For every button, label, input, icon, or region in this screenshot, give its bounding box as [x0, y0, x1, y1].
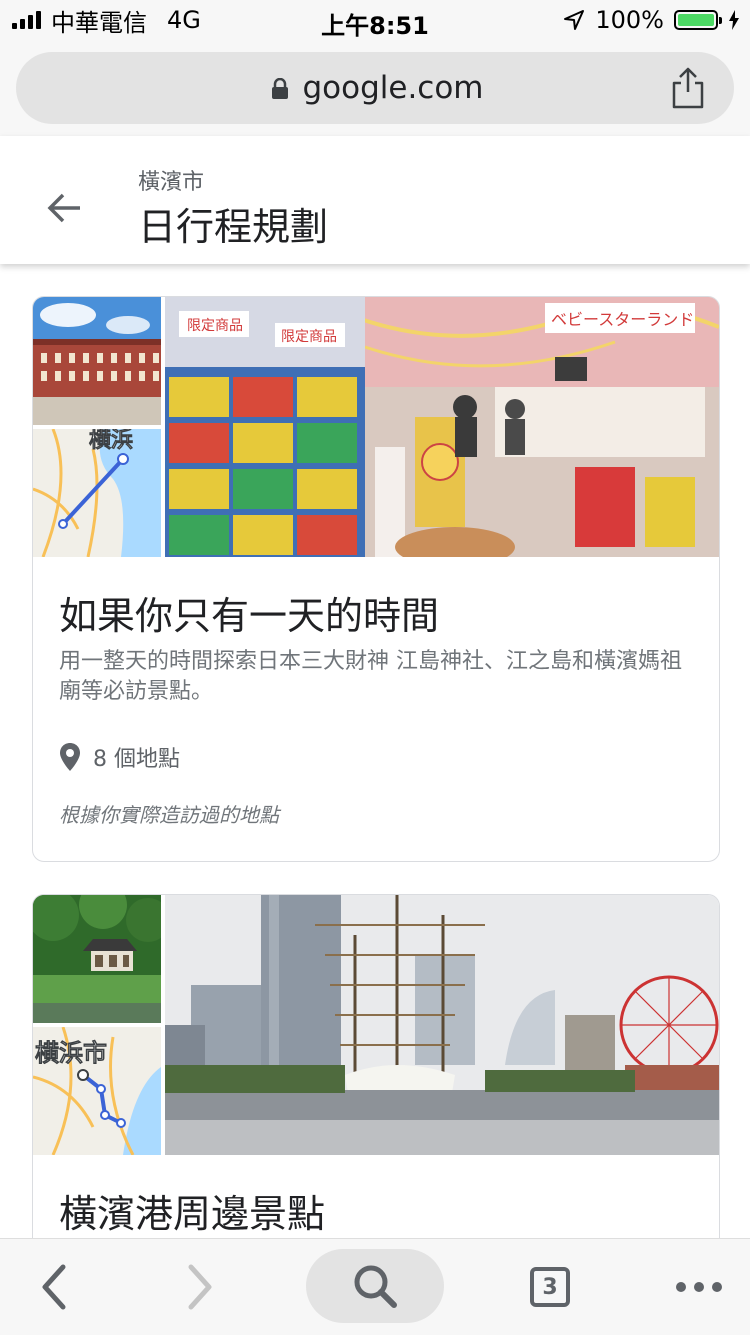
location-arrow-icon — [564, 10, 585, 30]
battery-icon — [674, 10, 722, 30]
shop-interior-photo: 限定商品 限定商品 ベビースターランド — [165, 297, 719, 557]
map-label: 横浜 — [89, 429, 133, 453]
card-image-collage: 横浜 限定商品 限定商品 ベビースターランド — [33, 297, 719, 557]
harbor-sailing-ship-photo — [165, 895, 719, 1155]
more-dots-icon — [676, 1282, 722, 1292]
tabs-button[interactable]: 3 — [520, 1239, 580, 1335]
header-location: 橫濱市 — [138, 170, 205, 195]
sign-text: 限定商品 — [187, 318, 243, 334]
recommendation-basis: 根據你實際造訪過的地點 — [59, 803, 279, 827]
japanese-garden-photo — [33, 895, 161, 1023]
itinerary-card[interactable]: 横浜 限定商品 限定商品 ベビースターランド 如果你只有一天的時間 用一整天的時… — [32, 296, 720, 862]
sign-text: ベビースターランド — [551, 310, 694, 329]
sign-text: 限定商品 — [281, 329, 337, 345]
red-brick-warehouse-photo — [33, 297, 161, 425]
map-label: 横浜市 — [35, 1039, 107, 1067]
status-bar: 中華電信 4G 上午8:51 100% — [0, 0, 750, 40]
more-menu-button[interactable] — [664, 1239, 734, 1335]
url-text[interactable]: google.com — [16, 70, 734, 106]
status-right: 100% — [563, 6, 740, 34]
route-map-thumbnail: 横浜市 — [33, 1027, 161, 1155]
location-pin-icon — [60, 743, 80, 771]
places-count-label: 8 個地點 — [93, 747, 180, 772]
forward-button[interactable] — [170, 1239, 230, 1335]
battery-percent: 100% — [595, 6, 664, 34]
back-arrow-icon[interactable] — [44, 188, 84, 228]
card-description: 用一整天的時間探索日本三大財神 江島神社、江之島和橫濱媽祖廟等必訪景點。 — [59, 649, 682, 704]
page-title: 日行程規劃 — [138, 205, 329, 249]
search-button[interactable] — [306, 1249, 444, 1323]
places-count: 8 個地點 — [59, 741, 180, 773]
card-title[interactable]: 如果你只有一天的時間 — [59, 585, 439, 640]
chevron-right-icon — [188, 1264, 212, 1310]
chevron-left-icon — [42, 1264, 66, 1310]
browser-toolbar: 3 — [0, 1238, 750, 1335]
route-map-thumbnail: 横浜 — [33, 429, 161, 557]
address-bar[interactable]: google.com — [16, 52, 734, 124]
browser-address-area: google.com — [0, 40, 750, 136]
search-icon — [354, 1265, 397, 1308]
tabs-count-icon: 3 — [530, 1267, 570, 1307]
itinerary-card[interactable]: 横浜市 橫濱港周邊景點 — [32, 894, 720, 1295]
charging-bolt-icon — [729, 10, 739, 30]
back-button[interactable] — [24, 1239, 84, 1335]
card-image-collage: 横浜市 — [33, 895, 719, 1155]
share-icon[interactable] — [668, 66, 708, 110]
page-header: 橫濱市 日行程規劃 — [0, 136, 750, 264]
card-title[interactable]: 橫濱港周邊景點 — [59, 1183, 325, 1238]
